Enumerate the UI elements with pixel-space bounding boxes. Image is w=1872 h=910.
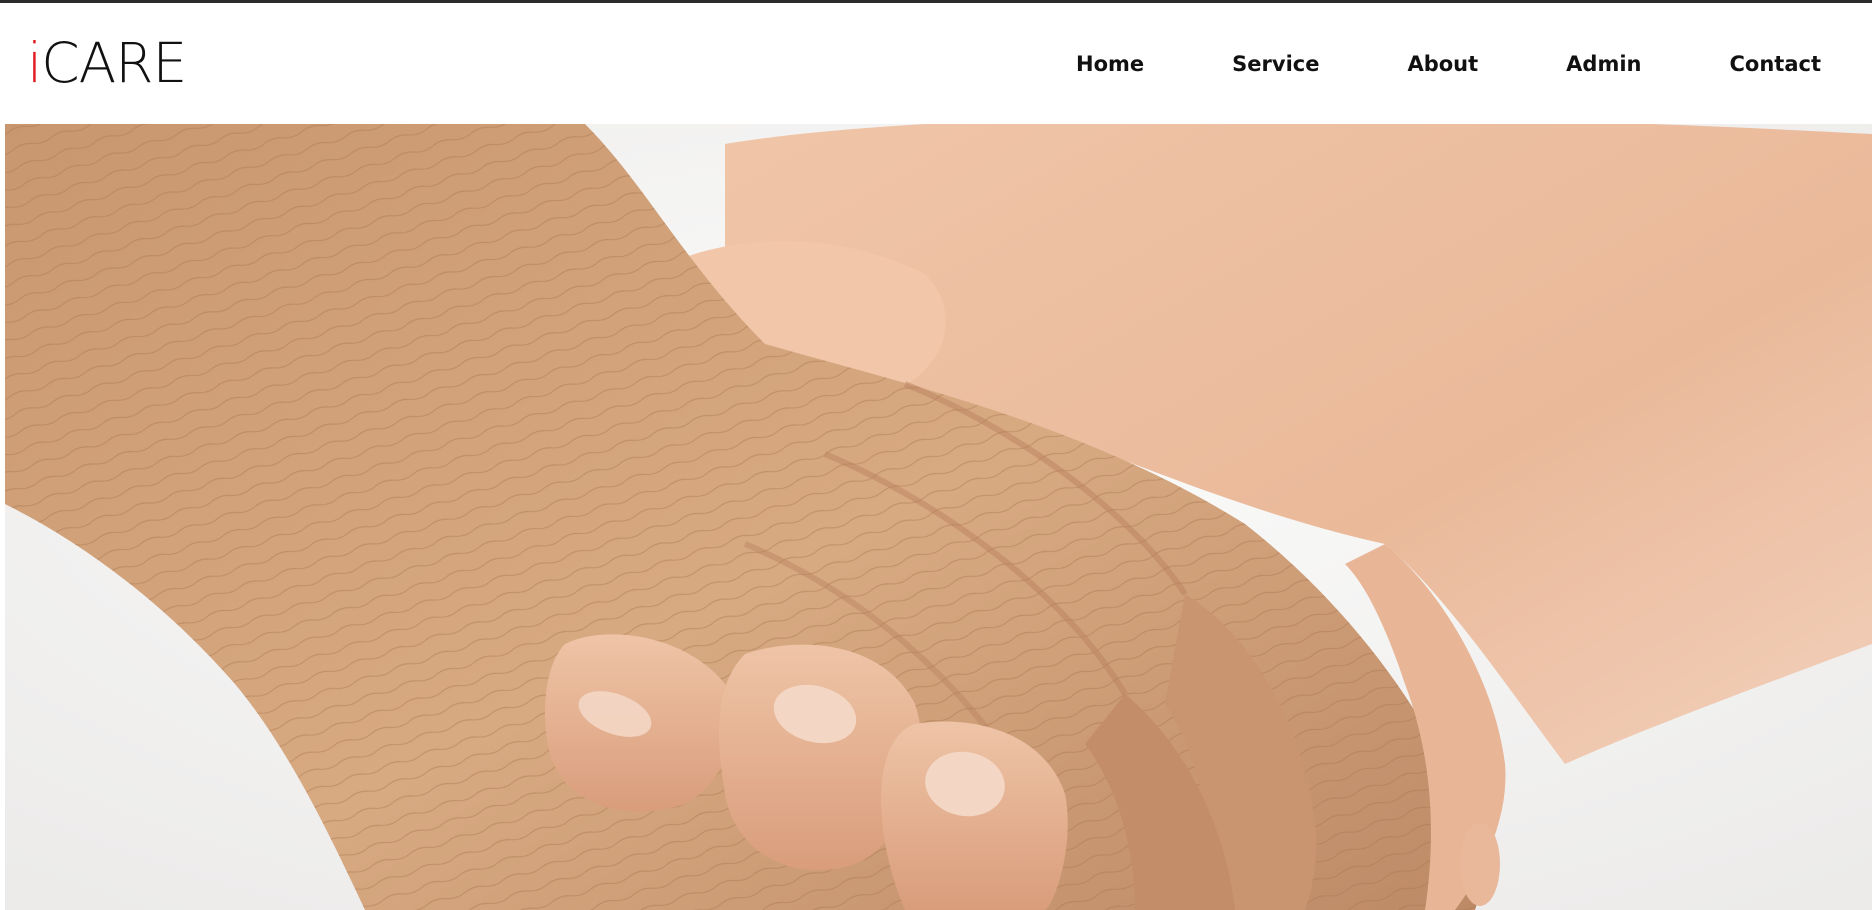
nav-link-service[interactable]: Service — [1232, 52, 1319, 76]
holding-hands-illustration — [5, 124, 1872, 910]
main-nav: Home Service About Admin Contact — [1076, 52, 1821, 76]
nav-link-home[interactable]: Home — [1076, 52, 1144, 76]
logo-accent-letter: i — [27, 31, 42, 95]
hero-image — [5, 124, 1872, 910]
logo-text: CARE — [41, 31, 187, 95]
nav-link-contact[interactable]: Contact — [1730, 52, 1822, 76]
nav-link-about[interactable]: About — [1407, 52, 1478, 76]
navbar: i CARE Home Service About Admin Contact — [0, 3, 1872, 124]
nav-link-admin[interactable]: Admin — [1566, 52, 1641, 76]
site-logo[interactable]: i CARE — [27, 31, 187, 95]
